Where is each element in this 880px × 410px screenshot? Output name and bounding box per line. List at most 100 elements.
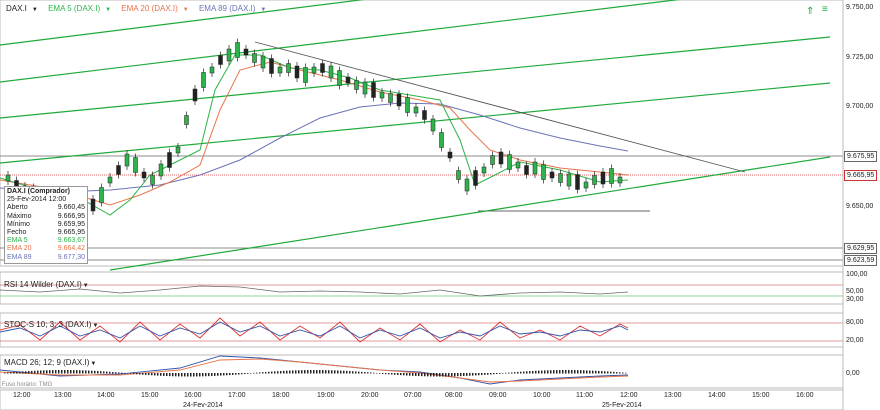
- candle-body: [498, 151, 504, 165]
- macd-bar: [127, 373, 129, 374]
- macd-bar: [418, 373, 420, 377]
- candle-body: [303, 67, 308, 83]
- macd-bar: [292, 370, 294, 374]
- candle-body: [558, 173, 563, 183]
- macd-bar: [343, 370, 345, 374]
- time-tick: 19:00: [317, 392, 335, 399]
- rsi-panel: [0, 271, 844, 305]
- price-tag-support2: 9.623,59: [844, 255, 878, 266]
- price-panel: [0, 0, 844, 267]
- macd-bar: [190, 373, 192, 377]
- macd-bar: [130, 373, 132, 374]
- time-tick: 13:00: [54, 392, 72, 399]
- macd-bar: [307, 370, 309, 374]
- macd-bar: [487, 373, 489, 375]
- macd-bar: [121, 372, 123, 374]
- rsi-tick: 30,00: [846, 296, 864, 303]
- macd-bar: [112, 371, 114, 374]
- macd-bar: [406, 373, 408, 376]
- rsi-label[interactable]: RSI 14 Wilder (DAX.I)▼: [4, 280, 89, 289]
- macd-bar: [346, 370, 348, 374]
- macd-bar: [241, 373, 243, 375]
- macd-bar: [37, 370, 39, 374]
- macd-bar: [469, 373, 471, 376]
- time-tick: 08:00: [445, 392, 463, 399]
- macd-bar: [424, 373, 426, 377]
- ema20-legend[interactable]: EMA 20 (DAX.I) ▼: [121, 4, 192, 13]
- macd-bar: [598, 370, 600, 374]
- candle-body: [549, 171, 555, 179]
- macd-bar: [610, 371, 612, 374]
- macd-bar: [523, 371, 525, 374]
- stoc-label[interactable]: STOC-S 10; 3; 3 (DAX.I)▼: [4, 320, 98, 329]
- macd-bar: [535, 370, 537, 374]
- macd-bar: [322, 370, 324, 374]
- macd-bar: [154, 373, 156, 376]
- macd-bar: [88, 370, 90, 374]
- macd-bar: [499, 373, 501, 374]
- stoc-panel: [0, 312, 844, 348]
- candle-body: [541, 164, 546, 180]
- macd-bar: [244, 373, 246, 375]
- macd-bar: [397, 373, 399, 375]
- macd-bar: [385, 373, 387, 375]
- macd-bar: [568, 370, 570, 374]
- time-tick: 11:00: [576, 392, 593, 399]
- macd-bar: [604, 371, 606, 374]
- macd-bar: [625, 372, 627, 374]
- macd-bar: [205, 373, 207, 377]
- price-tag-resistance: 9.675,95: [844, 151, 878, 162]
- macd-bar: [541, 370, 543, 374]
- macd-bar: [253, 372, 255, 374]
- macd-bar: [301, 370, 303, 374]
- macd-bar: [265, 371, 267, 374]
- macd-bar: [586, 370, 588, 374]
- candle-body: [388, 93, 393, 103]
- price-tick: 9.725,00: [846, 54, 874, 61]
- macd-bar: [163, 373, 165, 376]
- macd-bar: [262, 372, 264, 374]
- info-row: Aberto 9.660,45: [7, 204, 85, 212]
- macd-bar: [226, 373, 228, 376]
- macd-bar: [238, 373, 240, 375]
- macd-bar: [247, 373, 249, 374]
- macd-bar: [4, 372, 6, 374]
- macd-bar: [19, 371, 21, 374]
- macd-bar: [328, 370, 330, 374]
- macd-bar: [412, 373, 414, 376]
- macd-bar: [196, 373, 198, 377]
- macd-bar: [379, 373, 381, 374]
- candle-body: [184, 115, 189, 125]
- candle-body: [209, 66, 215, 74]
- menu-icon[interactable]: ≡: [822, 4, 828, 15]
- macd-bar: [220, 373, 222, 376]
- symbol-label[interactable]: DAX.I ▼: [6, 4, 42, 13]
- macd-bar: [511, 372, 513, 374]
- candle-body: [532, 161, 538, 175]
- macd-bar: [49, 370, 51, 374]
- ema5-legend[interactable]: EMA 5 (DAX.I) ▼: [48, 4, 115, 13]
- candle-body: [473, 170, 478, 186]
- macd-bar: [223, 373, 225, 376]
- macd-bar: [313, 370, 315, 374]
- macd-bar: [370, 372, 372, 374]
- macd-bar: [493, 373, 495, 375]
- candle-body: [439, 132, 444, 148]
- price-tag-last: 9.665,95: [844, 170, 878, 181]
- macd-bar: [349, 371, 351, 374]
- arrow-up-icon[interactable]: ⇑: [806, 6, 814, 17]
- macd-bar: [409, 373, 411, 376]
- macd-bar: [214, 373, 216, 376]
- ema89-legend[interactable]: EMA 89 (DAX.I) ▼: [199, 4, 270, 13]
- candle-body: [226, 48, 232, 62]
- time-tick: 18:00: [272, 392, 290, 399]
- info-date: 25-Fev-2014 12:00: [7, 196, 67, 204]
- timezone-label: Fuso horário: TMG: [2, 382, 53, 388]
- macd-bar: [394, 373, 396, 375]
- macd-label[interactable]: MACD 26; 12; 9 (DAX.I)▼: [4, 358, 96, 367]
- macd-bar: [208, 373, 210, 377]
- macd-bar: [256, 372, 258, 374]
- chart-canvas[interactable]: [0, 0, 880, 410]
- macd-bar: [571, 370, 573, 374]
- candle-body: [566, 173, 572, 187]
